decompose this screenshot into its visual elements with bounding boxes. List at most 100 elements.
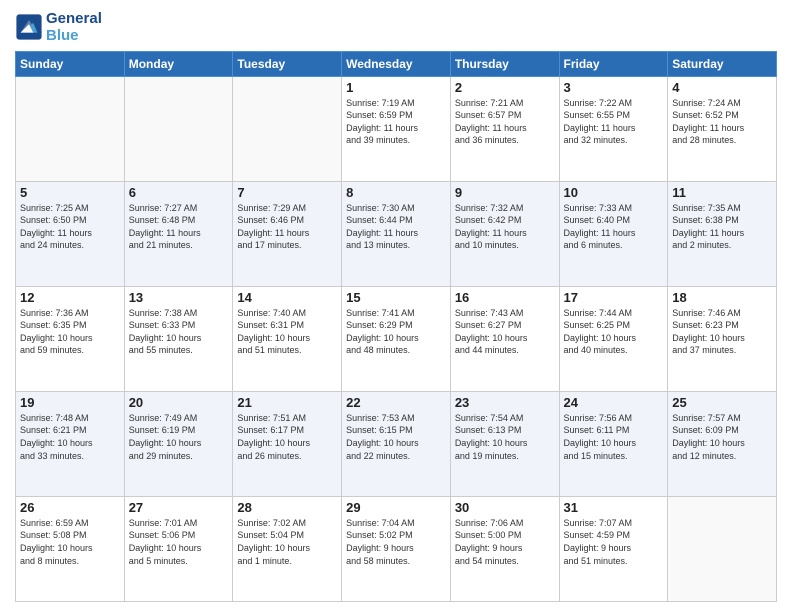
day-cell [124,76,233,181]
day-number: 27 [129,500,229,515]
day-cell: 4 Sunrise: 7:24 AM Sunset: 6:52 PM Daylig… [668,76,777,181]
day-info: Sunrise: 7:49 AM Sunset: 6:19 PM Dayligh… [129,412,229,462]
day-cell: 24 Sunrise: 7:56 AM Sunset: 6:11 PM Dayli… [559,391,668,496]
day-number: 20 [129,395,229,410]
logo: General Blue [15,10,102,45]
week-row-4: 19Sunrise: 7:48 AM Sunset: 6:21 PM Dayli… [16,391,777,496]
day-number: 18 [672,290,772,305]
day-header-saturday: Saturday [668,51,777,76]
day-header-sunday: Sunday [16,51,125,76]
day-cell: 9 Sunrise: 7:32 AM Sunset: 6:42 PM Daylig… [450,181,559,286]
day-cell: 29 Sunrise: 7:04 AM Sunset: 5:02 PM Dayli… [342,496,451,601]
day-info: Sunrise: 7:19 AM Sunset: 6:59 PM Dayligh… [346,97,446,147]
day-info: Sunrise: 7:29 AM Sunset: 6:46 PM Dayligh… [237,202,337,252]
day-header-friday: Friday [559,51,668,76]
day-number: 21 [237,395,337,410]
logo-text: General Blue [46,10,102,45]
day-cell: 14 Sunrise: 7:40 AM Sunset: 6:31 PM Dayli… [233,286,342,391]
day-info: Sunrise: 7:35 AM Sunset: 6:38 PM Dayligh… [672,202,772,252]
day-number: 5 [20,185,120,200]
calendar-table: SundayMondayTuesdayWednesdayThursdayFrid… [15,51,777,603]
day-info: Sunrise: 7:56 AM Sunset: 6:11 PM Dayligh… [564,412,664,462]
day-number: 29 [346,500,446,515]
logo-icon [15,13,43,41]
day-info: Sunrise: 7:06 AM Sunset: 5:00 PM Dayligh… [455,517,555,567]
day-cell: 21 Sunrise: 7:51 AM Sunset: 6:17 PM Dayli… [233,391,342,496]
day-info: Sunrise: 7:43 AM Sunset: 6:27 PM Dayligh… [455,307,555,357]
day-cell: 11 Sunrise: 7:35 AM Sunset: 6:38 PM Dayli… [668,181,777,286]
header: General Blue [15,10,777,45]
day-cell: 5 Sunrise: 7:25 AM Sunset: 6:50 PM Daylig… [16,181,125,286]
day-cell: 6Sunrise: 7:27 AM Sunset: 6:48 PM Daylig… [124,181,233,286]
day-cell: 12Sunrise: 7:36 AM Sunset: 6:35 PM Dayli… [16,286,125,391]
day-info: Sunrise: 7:24 AM Sunset: 6:52 PM Dayligh… [672,97,772,147]
day-info: Sunrise: 6:59 AM Sunset: 5:08 PM Dayligh… [20,517,120,567]
day-number: 7 [237,185,337,200]
day-cell: 31Sunrise: 7:07 AM Sunset: 4:59 PM Dayli… [559,496,668,601]
day-header-monday: Monday [124,51,233,76]
day-info: Sunrise: 7:57 AM Sunset: 6:09 PM Dayligh… [672,412,772,462]
week-row-5: 26 Sunrise: 6:59 AM Sunset: 5:08 PM Dayli… [16,496,777,601]
day-info: Sunrise: 7:46 AM Sunset: 6:23 PM Dayligh… [672,307,772,357]
day-cell: 10 Sunrise: 7:33 AM Sunset: 6:40 PM Dayli… [559,181,668,286]
day-number: 9 [455,185,555,200]
day-cell: 22 Sunrise: 7:53 AM Sunset: 6:15 PM Dayli… [342,391,451,496]
day-number: 1 [346,80,446,95]
day-info: Sunrise: 7:48 AM Sunset: 6:21 PM Dayligh… [20,412,120,462]
day-cell: 3Sunrise: 7:22 AM Sunset: 6:55 PM Daylig… [559,76,668,181]
day-cell [16,76,125,181]
day-info: Sunrise: 7:27 AM Sunset: 6:48 PM Dayligh… [129,202,229,252]
day-number: 23 [455,395,555,410]
day-info: Sunrise: 7:54 AM Sunset: 6:13 PM Dayligh… [455,412,555,462]
day-number: 4 [672,80,772,95]
day-cell: 16 Sunrise: 7:43 AM Sunset: 6:27 PM Dayli… [450,286,559,391]
day-info: Sunrise: 7:40 AM Sunset: 6:31 PM Dayligh… [237,307,337,357]
day-number: 10 [564,185,664,200]
day-header-tuesday: Tuesday [233,51,342,76]
day-info: Sunrise: 7:51 AM Sunset: 6:17 PM Dayligh… [237,412,337,462]
day-number: 12 [20,290,120,305]
day-cell: 15 Sunrise: 7:41 AM Sunset: 6:29 PM Dayli… [342,286,451,391]
day-cell: 26 Sunrise: 6:59 AM Sunset: 5:08 PM Dayli… [16,496,125,601]
day-cell: 7 Sunrise: 7:29 AM Sunset: 6:46 PM Daylig… [233,181,342,286]
day-cell: 13 Sunrise: 7:38 AM Sunset: 6:33 PM Dayli… [124,286,233,391]
day-info: Sunrise: 7:04 AM Sunset: 5:02 PM Dayligh… [346,517,446,567]
day-info: Sunrise: 7:53 AM Sunset: 6:15 PM Dayligh… [346,412,446,462]
day-info: Sunrise: 7:44 AM Sunset: 6:25 PM Dayligh… [564,307,664,357]
day-number: 25 [672,395,772,410]
day-number: 15 [346,290,446,305]
header-row: SundayMondayTuesdayWednesdayThursdayFrid… [16,51,777,76]
day-number: 28 [237,500,337,515]
day-number: 8 [346,185,446,200]
day-number: 11 [672,185,772,200]
day-cell: 23 Sunrise: 7:54 AM Sunset: 6:13 PM Dayli… [450,391,559,496]
day-cell: 30 Sunrise: 7:06 AM Sunset: 5:00 PM Dayli… [450,496,559,601]
day-cell: 17 Sunrise: 7:44 AM Sunset: 6:25 PM Dayli… [559,286,668,391]
day-info: Sunrise: 7:21 AM Sunset: 6:57 PM Dayligh… [455,97,555,147]
day-header-wednesday: Wednesday [342,51,451,76]
day-number: 24 [564,395,664,410]
day-info: Sunrise: 7:22 AM Sunset: 6:55 PM Dayligh… [564,97,664,147]
day-cell: 27Sunrise: 7:01 AM Sunset: 5:06 PM Dayli… [124,496,233,601]
day-number: 16 [455,290,555,305]
page: General Blue SundayMondayTuesdayWednesda… [0,0,792,612]
day-number: 13 [129,290,229,305]
day-info: Sunrise: 7:33 AM Sunset: 6:40 PM Dayligh… [564,202,664,252]
week-row-1: 1 Sunrise: 7:19 AM Sunset: 6:59 PM Daylig… [16,76,777,181]
day-cell: 20 Sunrise: 7:49 AM Sunset: 6:19 PM Dayli… [124,391,233,496]
day-number: 22 [346,395,446,410]
day-number: 26 [20,500,120,515]
day-cell: 8Sunrise: 7:30 AM Sunset: 6:44 PM Daylig… [342,181,451,286]
day-info: Sunrise: 7:41 AM Sunset: 6:29 PM Dayligh… [346,307,446,357]
week-row-2: 5 Sunrise: 7:25 AM Sunset: 6:50 PM Daylig… [16,181,777,286]
day-cell: 1 Sunrise: 7:19 AM Sunset: 6:59 PM Daylig… [342,76,451,181]
day-number: 30 [455,500,555,515]
day-number: 17 [564,290,664,305]
day-cell: 25 Sunrise: 7:57 AM Sunset: 6:09 PM Dayli… [668,391,777,496]
day-cell: 2Sunrise: 7:21 AM Sunset: 6:57 PM Daylig… [450,76,559,181]
day-info: Sunrise: 7:07 AM Sunset: 4:59 PM Dayligh… [564,517,664,567]
day-info: Sunrise: 7:32 AM Sunset: 6:42 PM Dayligh… [455,202,555,252]
day-info: Sunrise: 7:25 AM Sunset: 6:50 PM Dayligh… [20,202,120,252]
day-info: Sunrise: 7:38 AM Sunset: 6:33 PM Dayligh… [129,307,229,357]
day-number: 14 [237,290,337,305]
